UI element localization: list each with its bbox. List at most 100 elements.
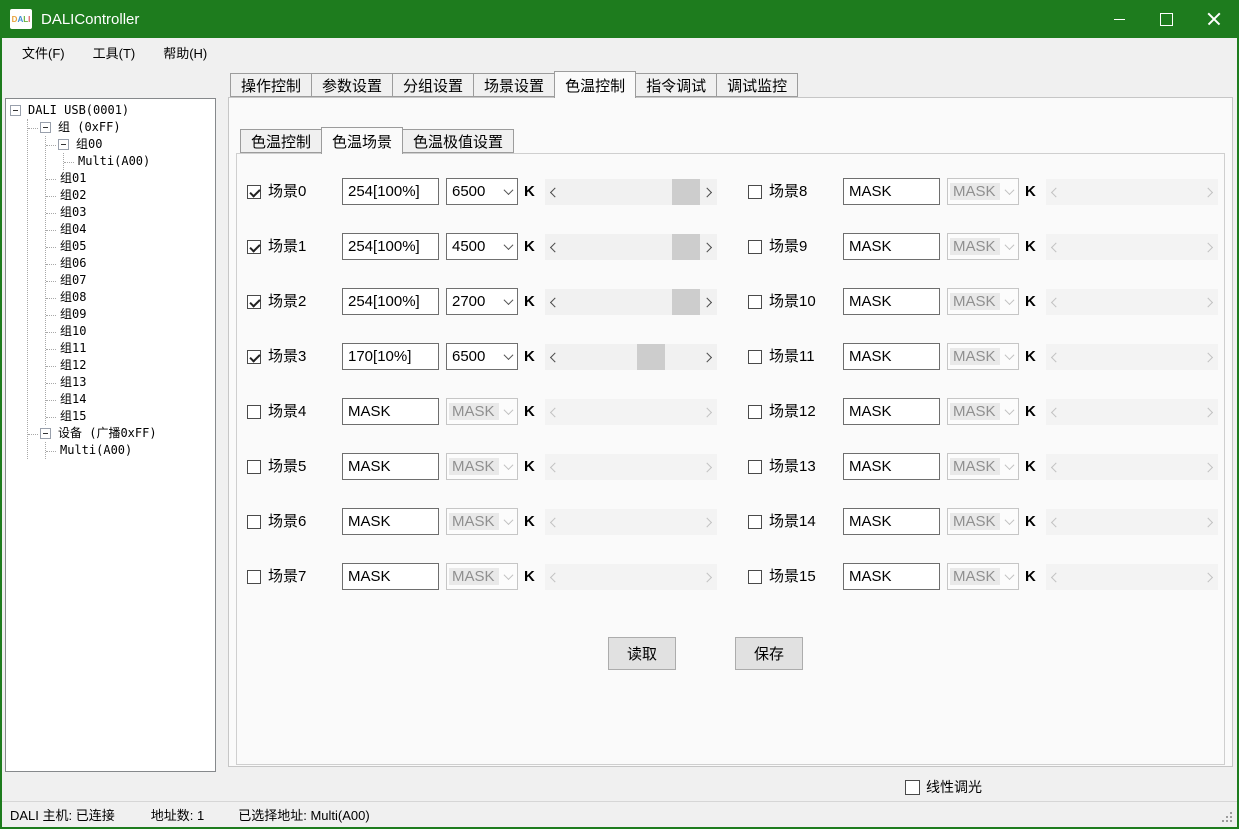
collapse-icon[interactable]	[58, 139, 69, 150]
scene-checkbox[interactable]	[748, 350, 762, 364]
collapse-icon[interactable]	[40, 428, 51, 439]
scroll-right-icon[interactable]	[1201, 344, 1218, 370]
tree-node[interactable]: 组12	[46, 357, 215, 374]
device-tree[interactable]: DALI USB(0001)组 (0xFF)组00Multi(A00)组01组0…	[5, 98, 216, 772]
scroll-right-icon[interactable]	[1201, 564, 1218, 590]
scroll-track[interactable]	[1063, 454, 1201, 480]
scroll-right-icon[interactable]	[1201, 399, 1218, 425]
scene-level-input[interactable]	[342, 233, 439, 260]
collapse-icon[interactable]	[10, 105, 21, 116]
tab-0[interactable]: 操作控制	[230, 73, 312, 97]
menu-item[interactable]: 文件(F)	[8, 38, 79, 70]
tree-node[interactable]: 组07	[46, 272, 215, 289]
scene-temp-select[interactable]: MASK	[947, 453, 1019, 480]
scene-scrollbar[interactable]	[545, 509, 717, 535]
tree-node[interactable]: 组11	[46, 340, 215, 357]
tab-2[interactable]: 分组设置	[392, 73, 474, 97]
linear-dimming-checkbox[interactable]	[905, 780, 920, 795]
scene-scrollbar[interactable]	[1046, 454, 1218, 480]
scroll-right-icon[interactable]	[1201, 289, 1218, 315]
scroll-right-icon[interactable]	[1201, 454, 1218, 480]
scene-temp-select[interactable]: MASK	[446, 398, 518, 425]
scene-checkbox[interactable]	[748, 570, 762, 584]
tree-node[interactable]: 组02	[46, 187, 215, 204]
scroll-thumb[interactable]	[637, 344, 665, 370]
tree-node[interactable]: 组00	[46, 136, 215, 153]
scene-checkbox[interactable]	[247, 570, 261, 584]
scroll-track[interactable]	[562, 564, 700, 590]
scroll-left-icon[interactable]	[1046, 289, 1063, 315]
scroll-left-icon[interactable]	[1046, 344, 1063, 370]
scroll-right-icon[interactable]	[700, 509, 717, 535]
scene-scrollbar[interactable]	[545, 399, 717, 425]
scene-level-input[interactable]	[843, 398, 940, 425]
scene-temp-select[interactable]: 6500	[446, 178, 518, 205]
tree-node[interactable]: 组08	[46, 289, 215, 306]
scroll-left-icon[interactable]	[1046, 399, 1063, 425]
scene-checkbox[interactable]	[247, 240, 261, 254]
scroll-left-icon[interactable]	[1046, 564, 1063, 590]
scene-scrollbar[interactable]	[1046, 234, 1218, 260]
scroll-left-icon[interactable]	[545, 344, 562, 370]
tree-node[interactable]: 组03	[46, 204, 215, 221]
collapse-icon[interactable]	[40, 122, 51, 133]
scene-scrollbar[interactable]	[545, 179, 717, 205]
scroll-track[interactable]	[1063, 289, 1201, 315]
tree-node[interactable]: 组01	[46, 170, 215, 187]
scroll-right-icon[interactable]	[700, 564, 717, 590]
minimize-button[interactable]	[1096, 0, 1143, 38]
scene-checkbox[interactable]	[247, 515, 261, 529]
scroll-track[interactable]	[562, 234, 700, 260]
tree-node[interactable]: Multi(A00)	[64, 153, 215, 170]
subtab-0[interactable]: 色温控制	[240, 129, 322, 153]
scroll-track[interactable]	[1063, 344, 1201, 370]
resize-grip-icon[interactable]	[1220, 810, 1232, 822]
scene-scrollbar[interactable]	[545, 454, 717, 480]
scene-scrollbar[interactable]	[1046, 289, 1218, 315]
scene-temp-select[interactable]: MASK	[947, 288, 1019, 315]
scene-level-input[interactable]	[843, 563, 940, 590]
scene-checkbox[interactable]	[748, 240, 762, 254]
tree-node[interactable]: 组06	[46, 255, 215, 272]
scene-temp-select[interactable]: MASK	[947, 398, 1019, 425]
menu-item[interactable]: 工具(T)	[79, 38, 150, 70]
scroll-left-icon[interactable]	[545, 289, 562, 315]
scroll-left-icon[interactable]	[545, 454, 562, 480]
scene-level-input[interactable]	[843, 233, 940, 260]
scroll-right-icon[interactable]	[700, 289, 717, 315]
tab-6[interactable]: 调试监控	[716, 73, 798, 97]
tree-node[interactable]: 组09	[46, 306, 215, 323]
scene-scrollbar[interactable]	[1046, 509, 1218, 535]
scroll-right-icon[interactable]	[700, 454, 717, 480]
tab-4[interactable]: 色温控制	[554, 71, 636, 98]
scene-level-input[interactable]	[843, 288, 940, 315]
scroll-left-icon[interactable]	[545, 509, 562, 535]
scroll-track[interactable]	[562, 399, 700, 425]
scroll-track[interactable]	[562, 454, 700, 480]
scene-level-input[interactable]	[342, 343, 439, 370]
tree-node[interactable]: 组 (0xFF)	[28, 119, 215, 136]
scroll-left-icon[interactable]	[545, 234, 562, 260]
scene-checkbox[interactable]	[247, 350, 261, 364]
scene-temp-select[interactable]: MASK	[947, 563, 1019, 590]
tree-node[interactable]: 设备 (广播0xFF)	[28, 425, 215, 442]
scene-temp-select[interactable]: 4500	[446, 233, 518, 260]
scene-checkbox[interactable]	[748, 185, 762, 199]
scroll-right-icon[interactable]	[700, 234, 717, 260]
tree-node[interactable]: 组05	[46, 238, 215, 255]
scroll-right-icon[interactable]	[700, 344, 717, 370]
scroll-track[interactable]	[562, 179, 700, 205]
scroll-thumb[interactable]	[672, 179, 700, 205]
scene-level-input[interactable]	[843, 453, 940, 480]
scroll-left-icon[interactable]	[545, 564, 562, 590]
scene-temp-select[interactable]: 6500	[446, 343, 518, 370]
tab-3[interactable]: 场景设置	[473, 73, 555, 97]
scroll-track[interactable]	[1063, 179, 1201, 205]
close-button[interactable]	[1190, 0, 1237, 38]
scene-level-input[interactable]	[342, 563, 439, 590]
save-button[interactable]: 保存	[735, 637, 803, 670]
maximize-button[interactable]	[1143, 0, 1190, 38]
scene-level-input[interactable]	[843, 508, 940, 535]
scene-level-input[interactable]	[342, 288, 439, 315]
scroll-thumb[interactable]	[672, 289, 700, 315]
